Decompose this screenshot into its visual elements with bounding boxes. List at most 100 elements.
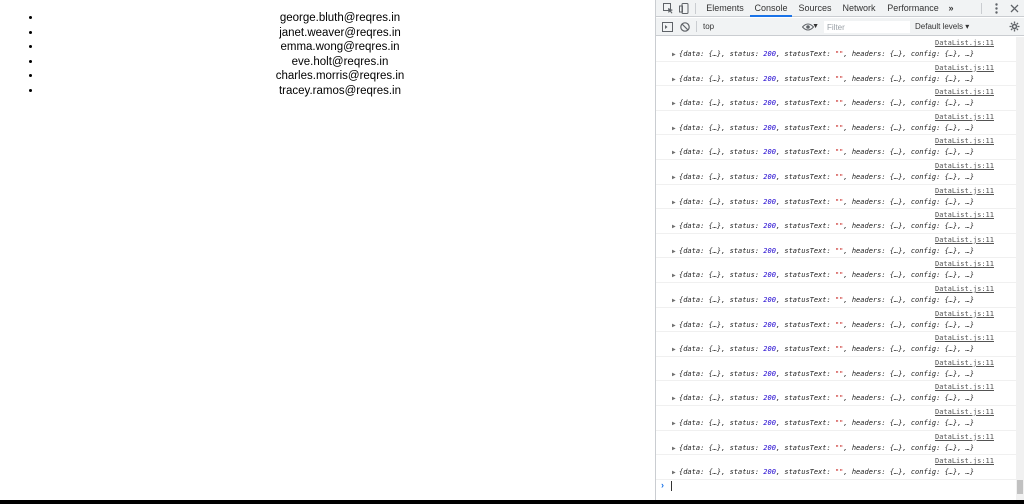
- kebab-menu-icon[interactable]: [989, 2, 1003, 15]
- log-source-link[interactable]: DataList.js:11: [935, 187, 994, 195]
- expand-triangle-icon[interactable]: ▶: [672, 125, 676, 132]
- log-fragment: , headers: {…}, config: {…}, …}: [843, 418, 975, 427]
- log-fragment: , statusText:: [775, 197, 835, 206]
- log-status-value: 200: [763, 468, 776, 477]
- console-log-entry[interactable]: DataList.js:11 ▶ {data: {…}, status: 200, …: [656, 185, 1016, 210]
- console-log-entry[interactable]: DataList.js:11 ▶ {data: {…}, status: 200, …: [656, 209, 1016, 234]
- log-source-link[interactable]: DataList.js:11: [935, 457, 994, 465]
- prompt-chevron-icon: ›: [661, 480, 664, 490]
- log-fragment: , statusText:: [775, 271, 835, 280]
- log-source-link[interactable]: DataList.js:11: [935, 310, 994, 318]
- tab-console[interactable]: Console: [750, 0, 792, 17]
- console-scrollbar[interactable]: [1016, 37, 1024, 500]
- eye-icon[interactable]: [801, 20, 815, 33]
- log-object-preview: {data: {…}, status: 200, statusText: "",…: [679, 124, 974, 132]
- console-log-entry[interactable]: DataList.js:11 ▶ {data: {…}, status: 200, …: [656, 111, 1016, 136]
- device-toolbar-icon[interactable]: [677, 2, 691, 15]
- log-source-link[interactable]: DataList.js:11: [935, 137, 994, 145]
- console-log-entry[interactable]: DataList.js:11 ▶ {data: {…}, status: 200, …: [656, 431, 1016, 456]
- console-log: DataList.js:11 ▶ {data: {…}, status: 200, …: [656, 37, 1016, 480]
- log-source-link[interactable]: DataList.js:11: [935, 359, 994, 367]
- log-object-preview: {data: {…}, status: 200, statusText: "",…: [679, 296, 974, 304]
- log-source-link[interactable]: DataList.js:11: [935, 334, 994, 342]
- console-prompt[interactable]: ›: [656, 480, 1024, 492]
- expand-triangle-icon[interactable]: ▶: [672, 223, 676, 230]
- log-source-link[interactable]: DataList.js:11: [935, 211, 994, 219]
- expand-triangle-icon[interactable]: ▶: [672, 76, 676, 83]
- sidebar-toggle-icon[interactable]: [660, 20, 674, 33]
- console-log-entry[interactable]: DataList.js:11 ▶ {data: {…}, status: 200, …: [656, 37, 1016, 62]
- log-object-preview: {data: {…}, status: 200, statusText: "",…: [679, 198, 974, 206]
- log-object-preview: {data: {…}, status: 200, statusText: "",…: [679, 99, 974, 107]
- scrollbar-thumb[interactable]: [1017, 480, 1023, 494]
- log-source-link[interactable]: DataList.js:11: [935, 88, 994, 96]
- log-source-link[interactable]: DataList.js:11: [935, 285, 994, 293]
- context-value: top: [703, 22, 715, 31]
- log-fragment: , headers: {…}, config: {…}, …}: [843, 320, 975, 329]
- log-object-preview: {data: {…}, status: 200, statusText: "",…: [679, 345, 974, 353]
- email-text: janet.weaver@reqres.in: [279, 26, 401, 39]
- expand-triangle-icon[interactable]: ▶: [672, 371, 676, 378]
- log-status-value: 200: [763, 418, 776, 427]
- settings-gear-icon[interactable]: [1007, 20, 1021, 33]
- console-log-entry[interactable]: DataList.js:11 ▶ {data: {…}, status: 200, …: [656, 406, 1016, 431]
- expand-triangle-icon[interactable]: ▶: [672, 199, 676, 206]
- console-log-entry[interactable]: DataList.js:11 ▶ {data: {…}, status: 200, …: [656, 283, 1016, 308]
- console-log-entry[interactable]: DataList.js:11 ▶ {data: {…}, status: 200, …: [656, 455, 1016, 480]
- expand-triangle-icon[interactable]: ▶: [672, 469, 676, 476]
- log-fragment: , statusText:: [775, 320, 835, 329]
- console-log-entry[interactable]: DataList.js:11 ▶ {data: {…}, status: 200, …: [656, 160, 1016, 185]
- console-log-entry[interactable]: DataList.js:11 ▶ {data: {…}, status: 200, …: [656, 234, 1016, 259]
- tab-performance[interactable]: Performance: [885, 0, 941, 17]
- log-object-preview: {data: {…}, status: 200, statusText: "",…: [679, 370, 974, 378]
- expand-triangle-icon[interactable]: ▶: [672, 174, 676, 181]
- log-source-link[interactable]: DataList.js:11: [935, 433, 994, 441]
- expand-triangle-icon[interactable]: ▶: [672, 445, 676, 452]
- log-fragment: {data: {…}, status:: [679, 74, 764, 83]
- console-log-entry[interactable]: DataList.js:11 ▶ {data: {…}, status: 200, …: [656, 258, 1016, 283]
- tab-network[interactable]: Network: [839, 0, 879, 17]
- close-icon[interactable]: [1007, 2, 1021, 15]
- log-source-link[interactable]: DataList.js:11: [935, 39, 994, 47]
- list-item: george.bluth@reqres.in: [42, 11, 655, 26]
- console-log-entry[interactable]: DataList.js:11 ▶ {data: {…}, status: 200, …: [656, 357, 1016, 382]
- expand-triangle-icon[interactable]: ▶: [672, 51, 676, 58]
- expand-triangle-icon[interactable]: ▶: [672, 346, 676, 353]
- list-item: eve.holt@reqres.in: [42, 55, 655, 70]
- log-levels-dropdown[interactable]: Default levels ▾: [915, 21, 995, 33]
- log-source-link[interactable]: DataList.js:11: [935, 236, 994, 244]
- console-log-entry[interactable]: DataList.js:11 ▶ {data: {…}, status: 200, …: [656, 332, 1016, 357]
- log-source-link[interactable]: DataList.js:11: [935, 64, 994, 72]
- console-log-entry[interactable]: DataList.js:11 ▶ {data: {…}, status: 200, …: [656, 308, 1016, 333]
- console-log-entry[interactable]: DataList.js:11 ▶ {data: {…}, status: 200, …: [656, 86, 1016, 111]
- log-fragment: {data: {…}, status:: [679, 222, 764, 231]
- log-status-value: 200: [763, 271, 776, 280]
- email-text: charles.morris@reqres.in: [275, 70, 405, 82]
- devtools-tab-bar: Elements Console Sources Network Perform…: [656, 0, 1024, 17]
- console-log-entry[interactable]: DataList.js:11 ▶ {data: {…}, status: 200, …: [656, 135, 1016, 160]
- log-object-preview: {data: {…}, status: 200, statusText: "",…: [679, 173, 974, 181]
- expand-triangle-icon[interactable]: ▶: [672, 395, 676, 402]
- expand-triangle-icon[interactable]: ▶: [672, 297, 676, 304]
- expand-triangle-icon[interactable]: ▶: [672, 100, 676, 107]
- log-source-link[interactable]: DataList.js:11: [935, 113, 994, 121]
- expand-triangle-icon[interactable]: ▶: [672, 420, 676, 427]
- tab-sources[interactable]: Sources: [796, 0, 834, 17]
- more-tabs-button[interactable]: »: [944, 0, 958, 17]
- log-source-link[interactable]: DataList.js:11: [935, 408, 994, 416]
- console-log-entry[interactable]: DataList.js:11 ▶ {data: {…}, status: 200, …: [656, 381, 1016, 406]
- log-source-link[interactable]: DataList.js:11: [935, 383, 994, 391]
- tab-elements[interactable]: Elements: [704, 0, 746, 17]
- expand-triangle-icon[interactable]: ▶: [672, 272, 676, 279]
- expand-triangle-icon[interactable]: ▶: [672, 322, 676, 329]
- expand-triangle-icon[interactable]: ▶: [672, 248, 676, 255]
- log-source-link[interactable]: DataList.js:11: [935, 260, 994, 268]
- log-source-link[interactable]: DataList.js:11: [935, 162, 994, 170]
- inspect-icon[interactable]: [661, 2, 675, 15]
- filter-input[interactable]: [824, 21, 910, 33]
- expand-triangle-icon[interactable]: ▶: [672, 149, 676, 156]
- clear-console-icon[interactable]: [678, 20, 692, 33]
- log-fragment: , headers: {…}, config: {…}, …}: [843, 369, 975, 378]
- log-fragment: , headers: {…}, config: {…}, …}: [843, 123, 975, 132]
- console-log-entry[interactable]: DataList.js:11 ▶ {data: {…}, status: 200, …: [656, 62, 1016, 87]
